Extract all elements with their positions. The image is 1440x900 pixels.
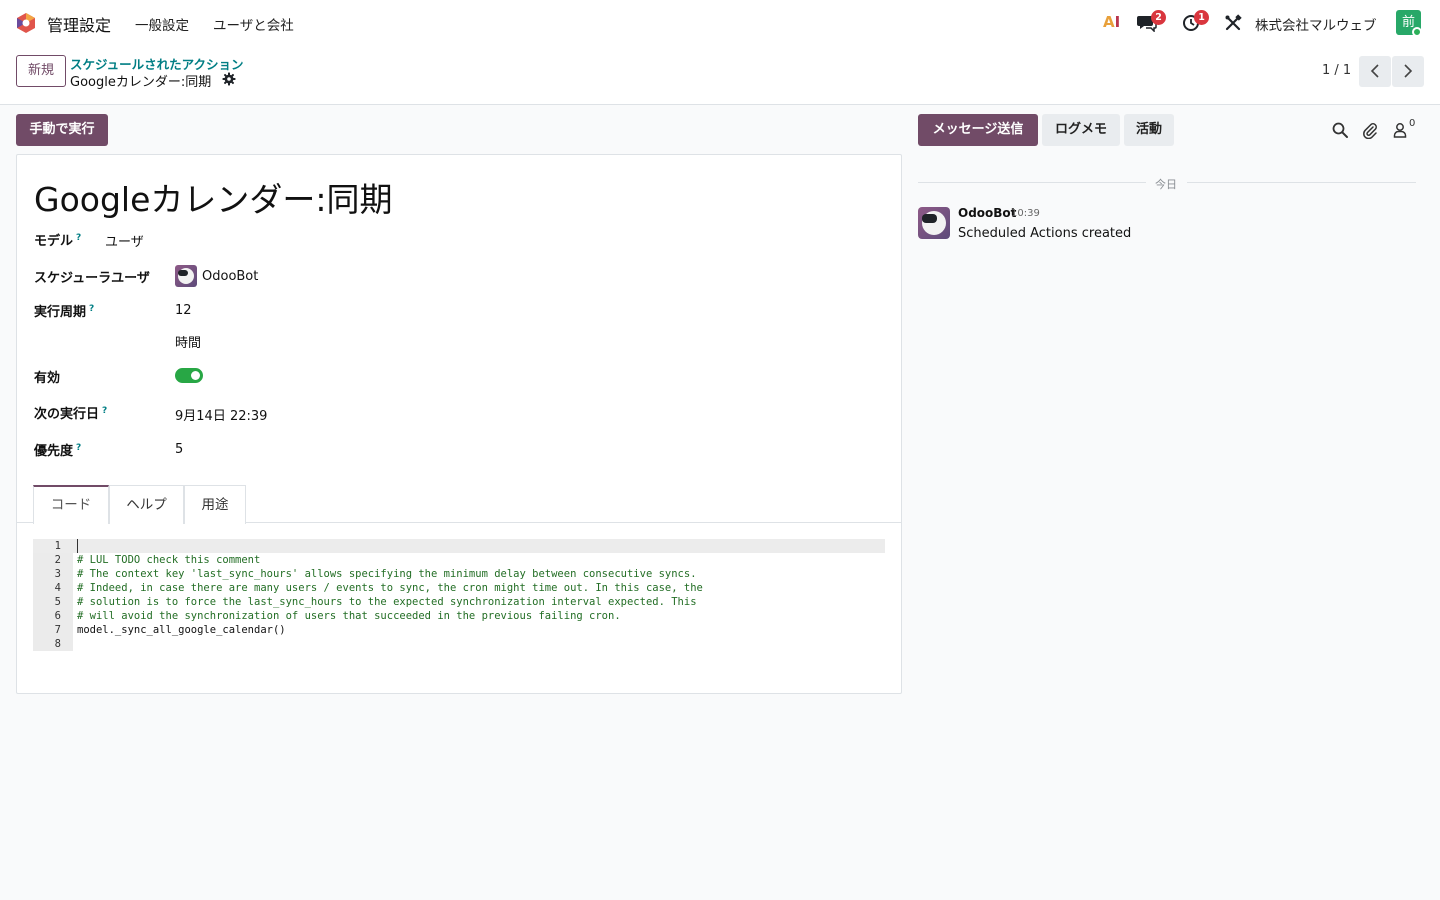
ai-icon-letter-a: A bbox=[1103, 13, 1115, 31]
chevron-left-icon bbox=[1370, 64, 1379, 78]
code-line: 5 # solution is to force the last_sync_ho… bbox=[33, 595, 885, 609]
active-label: 有効 bbox=[34, 371, 61, 386]
line-number: 1 bbox=[54, 540, 61, 552]
breadcrumb-current: Googleカレンダー:同期 bbox=[70, 75, 212, 90]
message-author[interactable]: OdooBot bbox=[958, 206, 1016, 220]
interval-label: 実行周期? bbox=[34, 301, 94, 320]
chevron-right-icon bbox=[1404, 64, 1413, 78]
help-tooltip-icon[interactable]: ? bbox=[89, 304, 94, 314]
search-icon[interactable] bbox=[1331, 121, 1349, 139]
tab-help[interactable]: ヘルプ bbox=[109, 485, 184, 524]
pager-value[interactable]: 1 / 1 bbox=[1322, 63, 1351, 78]
code-line: 3 # The context key 'last_sync_hours' all… bbox=[33, 567, 885, 581]
priority-label-text: 優先度 bbox=[34, 444, 74, 459]
send-message-button[interactable]: メッセージ送信 bbox=[918, 114, 1038, 146]
code-line: 4 # Indeed, in case there are many users … bbox=[33, 581, 885, 595]
message-time: 10:39 bbox=[1011, 208, 1040, 219]
app-name[interactable]: 管理設定 bbox=[47, 12, 111, 36]
priority-value[interactable]: 5 bbox=[175, 442, 183, 457]
tab-usage[interactable]: 用途 bbox=[184, 485, 246, 524]
activities-button[interactable]: 活動 bbox=[1124, 114, 1174, 146]
pager-previous-button[interactable] bbox=[1359, 56, 1391, 87]
code-line: 1 bbox=[33, 539, 885, 553]
code-text: model._sync_all_google_calendar() bbox=[77, 624, 286, 636]
paperclip-icon[interactable] bbox=[1361, 121, 1379, 139]
nextcall-value[interactable]: 9月14日 22:39 bbox=[175, 405, 267, 424]
line-number: 8 bbox=[54, 638, 61, 650]
line-number: 6 bbox=[54, 610, 61, 622]
help-tooltip-icon[interactable]: ? bbox=[76, 233, 81, 243]
code-text: # The context key 'last_sync_hours' allo… bbox=[77, 568, 697, 580]
top-navbar: 管理設定 一般設定 ユーザと会社 AI 2 1 株式会社マルウェブ 前 bbox=[0, 0, 1440, 46]
code-text: # solution is to force the last_sync_hou… bbox=[77, 596, 697, 608]
code-line: 7 model._sync_all_google_calendar() bbox=[33, 623, 885, 637]
model-label: モデル? bbox=[34, 230, 81, 249]
presence-indicator bbox=[1412, 27, 1422, 37]
record-title[interactable]: Googleカレンダー:同期 bbox=[34, 173, 393, 221]
menu-users-companies[interactable]: ユーザと会社 bbox=[213, 14, 294, 34]
pager-next-button[interactable] bbox=[1392, 56, 1424, 87]
notebook-tabs: コード ヘルプ 用途 bbox=[17, 485, 901, 524]
code-editor[interactable]: 1 2 # LUL TODO check this comment 3 # The … bbox=[33, 539, 885, 653]
interval-label-text: 実行周期 bbox=[34, 305, 87, 320]
log-note-button[interactable]: ログメモ bbox=[1042, 114, 1120, 146]
interval-unit-select[interactable]: 時間 bbox=[175, 332, 201, 351]
debug-tools-icon[interactable] bbox=[1224, 14, 1242, 32]
code-line: 2 # LUL TODO check this comment bbox=[33, 553, 885, 567]
message-author-avatar[interactable] bbox=[918, 207, 950, 239]
model-label-text: モデル bbox=[34, 234, 74, 249]
scheduler-user-label: スケジューラユーザ bbox=[34, 271, 150, 286]
code-text: # Indeed, in case there are many users /… bbox=[77, 582, 703, 594]
date-separator-line bbox=[918, 182, 1146, 183]
run-manually-button[interactable]: 手動で実行 bbox=[16, 114, 108, 146]
interval-number-field[interactable]: 12 bbox=[175, 303, 192, 318]
ai-icon[interactable]: AI bbox=[1103, 13, 1120, 31]
odoobot-avatar bbox=[175, 265, 197, 287]
gear-icon[interactable] bbox=[222, 72, 236, 86]
messages-badge: 2 bbox=[1151, 10, 1166, 25]
new-button[interactable]: 新規 bbox=[16, 55, 66, 87]
line-number: 7 bbox=[54, 624, 61, 636]
message-body: Scheduled Actions created bbox=[958, 226, 1132, 241]
date-separator-line bbox=[1187, 182, 1416, 183]
code-text: # LUL TODO check this comment bbox=[77, 554, 261, 566]
followers-count: 0 bbox=[1409, 118, 1416, 129]
nextcall-label-text: 次の実行日 bbox=[34, 407, 100, 422]
company-switcher[interactable]: 株式会社マルウェブ bbox=[1255, 14, 1377, 34]
line-number: 4 bbox=[54, 582, 61, 594]
menu-general-settings[interactable]: 一般設定 bbox=[135, 14, 189, 34]
nextcall-label: 次の実行日? bbox=[34, 403, 107, 422]
text-cursor bbox=[77, 539, 78, 553]
code-text: # will avoid the synchronization of user… bbox=[77, 610, 621, 622]
followers-icon[interactable] bbox=[1392, 121, 1410, 139]
scheduler-user-value[interactable]: OdooBot bbox=[202, 269, 258, 284]
form-sheet: Googleカレンダー:同期 モデル? ユーザ スケジューラユーザ OdooBo… bbox=[16, 154, 902, 694]
line-number: 2 bbox=[54, 554, 61, 566]
app-logo-icon[interactable] bbox=[15, 12, 37, 34]
model-value[interactable]: ユーザ bbox=[105, 231, 144, 250]
line-number: 5 bbox=[54, 596, 61, 608]
active-toggle[interactable] bbox=[175, 368, 203, 383]
help-tooltip-icon[interactable]: ? bbox=[76, 443, 81, 453]
date-separator-label: 今日 bbox=[1155, 178, 1177, 191]
control-panel: 新規 スケジュールされたアクション Googleカレンダー:同期 1 / 1 bbox=[0, 46, 1440, 105]
activities-badge: 1 bbox=[1194, 10, 1209, 25]
tab-code[interactable]: コード bbox=[33, 485, 109, 524]
code-line: 6 # will avoid the synchronization of use… bbox=[33, 609, 885, 623]
help-tooltip-icon[interactable]: ? bbox=[102, 406, 107, 416]
ai-icon-letter-i: I bbox=[1114, 13, 1121, 31]
line-number: 3 bbox=[54, 568, 61, 580]
priority-label: 優先度? bbox=[34, 440, 81, 459]
code-line: 8 bbox=[33, 637, 885, 651]
